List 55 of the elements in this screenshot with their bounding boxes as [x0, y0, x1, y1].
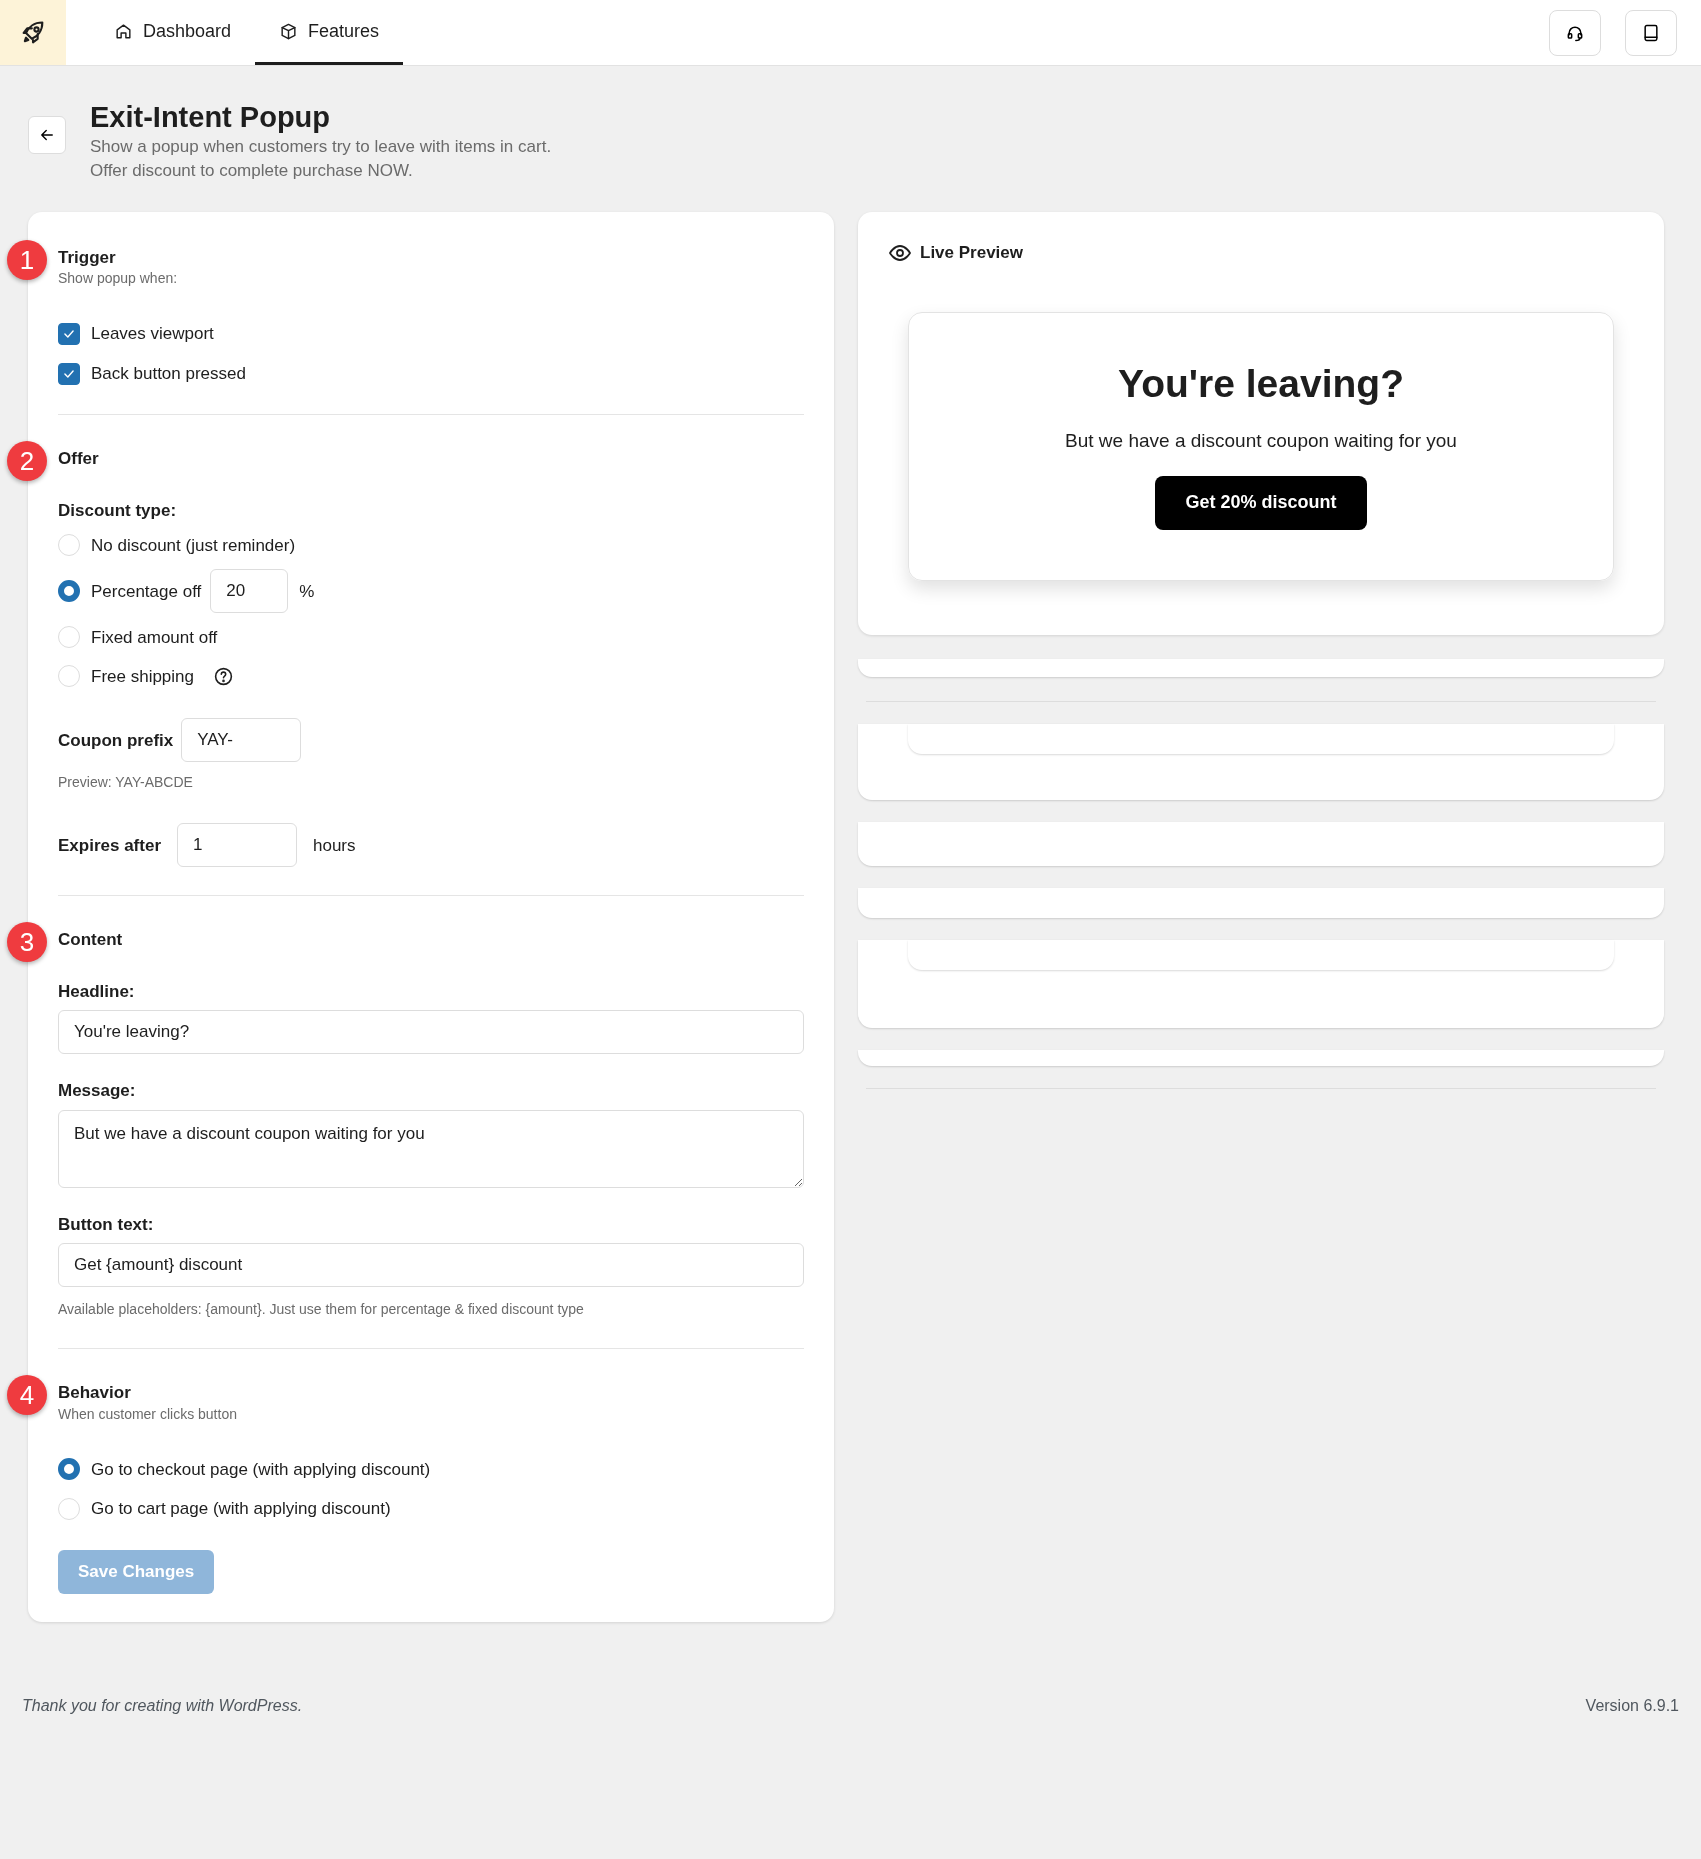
preview-title: Live Preview	[920, 242, 1023, 265]
step-number-badge: 3	[7, 922, 47, 963]
text-input[interactable]: You're leaving?	[58, 1010, 804, 1055]
support-button[interactable]	[1549, 9, 1601, 56]
page-subtitle: Offer discount to complete purchase NOW.	[90, 160, 414, 183]
step-number-badge: 4	[7, 1375, 47, 1416]
checkbox[interactable]	[58, 323, 80, 346]
popup-message: But we have a discount coupon waiting for you	[1064, 429, 1458, 454]
hours-input[interactable]: 1	[177, 823, 297, 868]
page-subtitle: Show a popup when customers try to leave with items in cart.	[90, 135, 552, 158]
option-label: Go to cart page (with applying discount)	[91, 1498, 391, 1521]
checkbox[interactable]	[58, 362, 80, 385]
section-subtitle: When customer clicks button	[58, 1404, 238, 1424]
field-hint: Available placeholders: {amount}. Just use them for percentage & fixed discount type	[58, 1300, 585, 1320]
field-label: Coupon prefix	[58, 729, 174, 752]
option-label: No discount (just reminder)	[91, 534, 296, 557]
percent-input[interactable]: 20	[210, 569, 289, 614]
field-label: Message:	[58, 1080, 137, 1103]
unit-label: hours	[313, 834, 356, 857]
discount-button[interactable]: Get 20% discount	[1155, 475, 1367, 530]
page-title: Exit-Intent Popup	[90, 100, 332, 135]
version-text: Version 6.9.1	[1585, 1695, 1679, 1716]
footer-text: Thank you for creating with WordPress.	[22, 1695, 303, 1716]
option-label: Free shipping	[91, 665, 194, 688]
prefix-input[interactable]: YAY-	[181, 718, 302, 763]
option-label: Back button pressed	[91, 362, 246, 385]
field-label: Headline:	[58, 980, 136, 1003]
radio-button[interactable]	[58, 580, 80, 603]
message-textarea[interactable]: But we have a discount coupon waiting for you	[58, 1109, 804, 1188]
unit-label: %	[299, 580, 315, 603]
house-icon	[114, 21, 133, 41]
option-label: Percentage off	[91, 580, 202, 603]
field-label: Discount type:	[58, 499, 178, 522]
coupon-preview-text: Preview: YAY-ABCDE	[58, 773, 194, 793]
section-title: Content	[58, 930, 124, 951]
radio-button[interactable]	[58, 1458, 80, 1481]
section-title: Behavior	[58, 1383, 132, 1404]
section-title: Offer	[58, 449, 100, 470]
field-label: Button text:	[58, 1213, 155, 1236]
box-icon	[279, 21, 299, 41]
book-icon	[1641, 22, 1661, 43]
section-title: Trigger	[58, 248, 117, 269]
option-label: Fixed amount off	[91, 626, 218, 649]
section-subtitle: Show popup when:	[58, 269, 179, 289]
text-input[interactable]: Get {amount} discount	[58, 1243, 804, 1288]
nav-tab[interactable]: Features	[255, 0, 404, 65]
option-label: Go to checkout page (with applying discount)	[91, 1458, 431, 1481]
step-number-badge: 1	[7, 240, 47, 281]
nav-tab[interactable]: Dashboard	[90, 0, 256, 65]
field-label: Expires after	[58, 834, 161, 857]
step-number-badge: 2	[7, 441, 47, 482]
back-button[interactable]	[28, 116, 66, 154]
option-label: Leaves viewport	[91, 323, 214, 346]
docs-button[interactable]	[1625, 9, 1677, 56]
popup-headline: You're leaving?	[1117, 360, 1405, 407]
